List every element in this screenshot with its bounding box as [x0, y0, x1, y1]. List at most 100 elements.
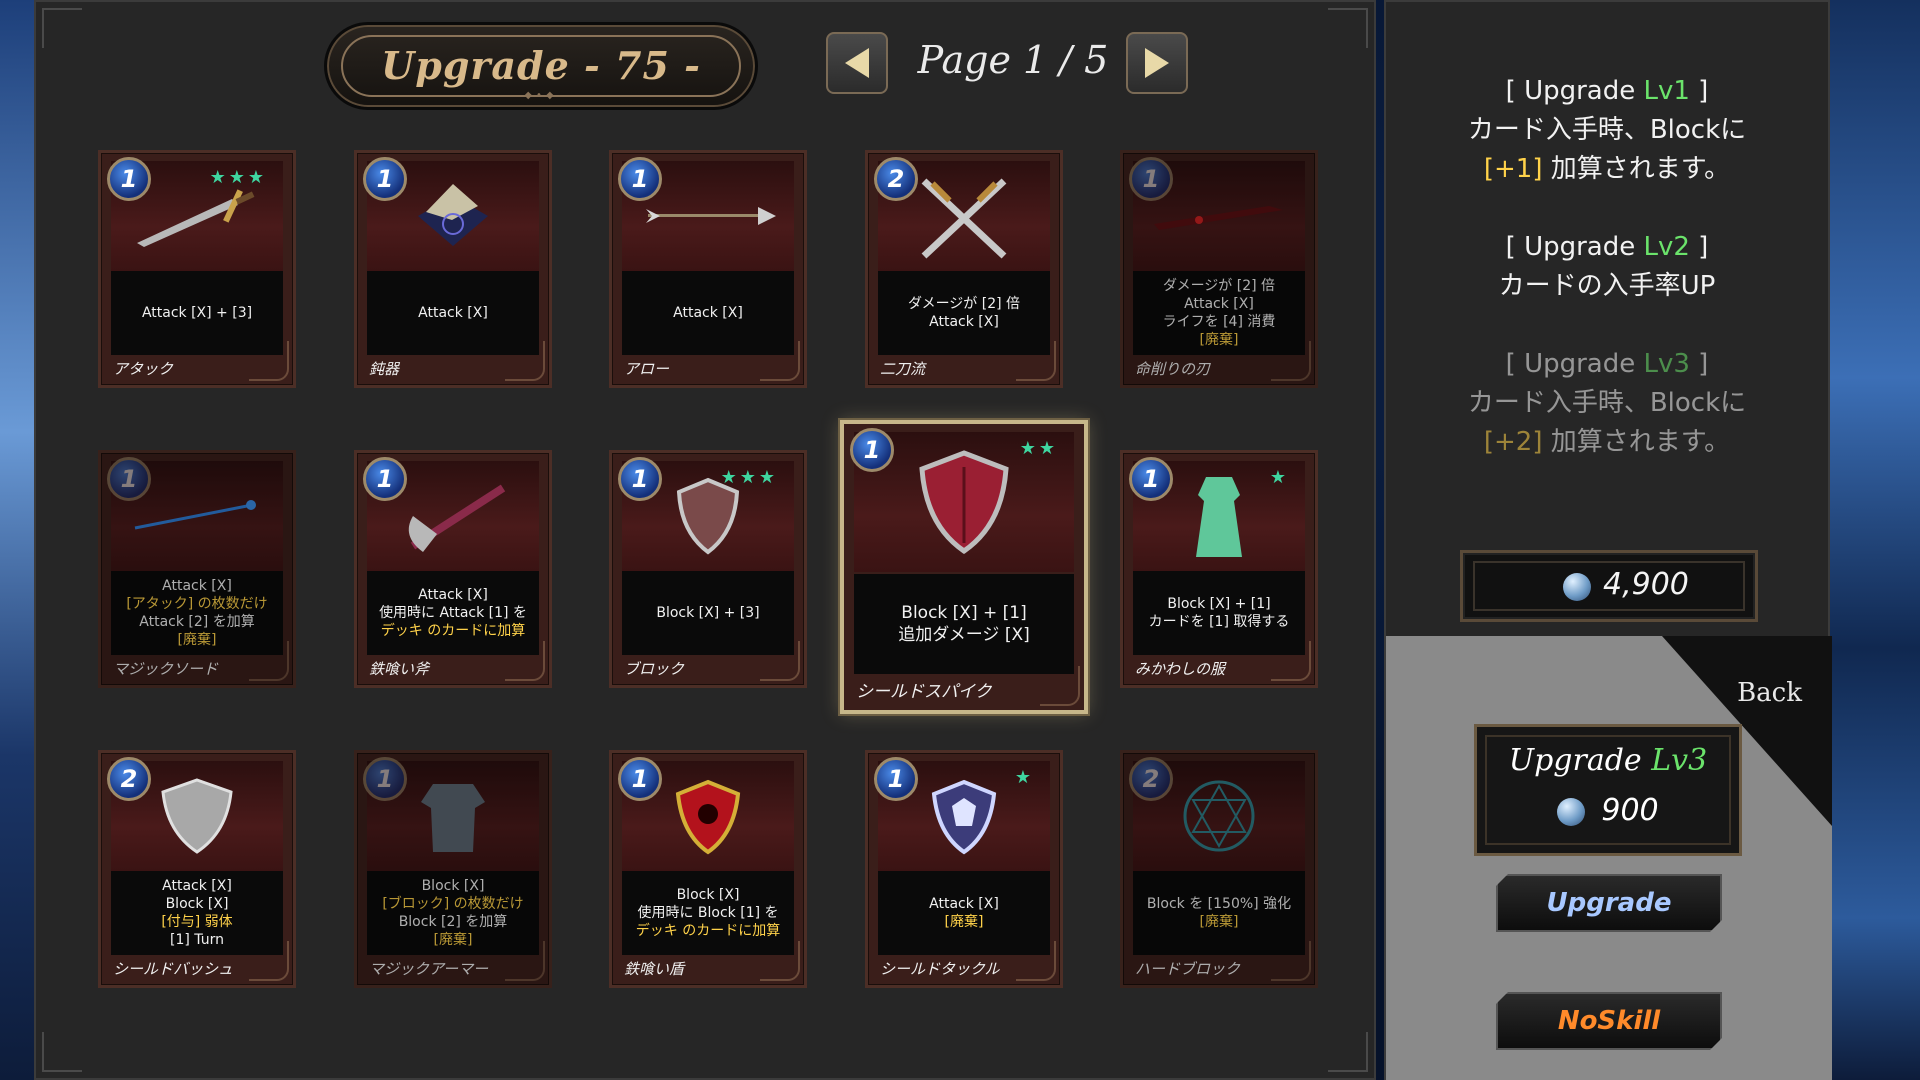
- next-upgrade-level: Lv3: [1651, 743, 1708, 778]
- lv3-heading-text: [ Upgrade: [1505, 349, 1644, 379]
- card-list-panel: Upgrade - 75 - ◆•◆ Page 1 / 5 1 ★★★ Atta…: [34, 0, 1376, 1080]
- upgrade-lv1-info: [ Upgrade Lv1 ] カード入手時、Blockに [+1] 加算されま…: [1386, 72, 1828, 189]
- card-ornament: [1040, 666, 1080, 706]
- desc-line: Block [2] を加算: [398, 914, 508, 930]
- star-rating: ★★★: [209, 167, 267, 188]
- next-upgrade-title: Upgrade Lv3: [1477, 743, 1739, 778]
- sword-icon: [137, 189, 255, 247]
- lv3-bonus: [+2]: [1483, 427, 1543, 457]
- card-name: シールドタックル: [880, 960, 1000, 978]
- background-right: [1830, 0, 1920, 1080]
- previous-page-button[interactable]: [826, 32, 888, 94]
- lv3-line1: カード入手時、Blockに: [1467, 388, 1747, 418]
- cost-badge: 2: [874, 157, 918, 201]
- crest-shield-icon: [675, 779, 741, 855]
- card-attack[interactable]: 1 ★★★ Attack [X] + [3] アタック: [98, 150, 296, 388]
- card-ornament: [249, 941, 289, 981]
- cost-badge: 1: [107, 157, 151, 201]
- next-upgrade-label: Upgrade: [1508, 743, 1652, 778]
- noskill-button[interactable]: NoSkill: [1496, 992, 1722, 1050]
- cost-badge: 1: [363, 757, 407, 801]
- card-name: 鉄喰い斧: [369, 660, 430, 678]
- card-name: マジックソード: [113, 660, 219, 678]
- card-name: ハードブロック: [1135, 960, 1241, 978]
- corner-ornament: [42, 1032, 82, 1072]
- card-dual-wield[interactable]: 2 ダメージが [2] 倍 Attack [X] 二刀流: [865, 150, 1063, 388]
- desc-line: Attack [X]: [418, 587, 488, 603]
- card-ornament: [760, 941, 800, 981]
- star-rating: ★: [1014, 767, 1034, 788]
- lv2-level: Lv2: [1643, 232, 1690, 262]
- desc-line: [廃棄]: [433, 932, 473, 948]
- desc-line: Attack [X]: [929, 896, 999, 912]
- card-ornament: [1016, 941, 1056, 981]
- lv1-heading: [ Upgrade Lv1 ]: [1386, 72, 1828, 111]
- card-shield-tackle[interactable]: 1 ★ Attack [X] [廃棄] シールドタックル: [865, 750, 1063, 988]
- next-page-button[interactable]: [1126, 32, 1188, 94]
- card-life-blade[interactable]: 1 ダメージが [2] 倍 Attack [X] ライフを [4] 消費 [廃棄…: [1120, 150, 1318, 388]
- desc-line: Block を [150%] 強化: [1146, 896, 1292, 912]
- card-iron-axe[interactable]: 1 Attack [X] 使用時に Attack [1] を デッキ のカードに…: [354, 450, 552, 688]
- card-ornament: [1016, 341, 1056, 381]
- card-magic-armor[interactable]: 1 Block [X] [ブロック] の枚数だけ Block [2] を加算 […: [354, 750, 552, 988]
- desc-line: [付与] 弱体: [161, 914, 233, 930]
- card-iron-shield[interactable]: 1 Block [X] 使用時に Block [1] を デッキ のカードに加算…: [609, 750, 807, 988]
- card-ornament: [1271, 941, 1311, 981]
- desc-line: デッキ のカードに加算: [380, 623, 526, 639]
- lv3-heading-close: ]: [1689, 349, 1709, 379]
- card-name: ブロック: [624, 660, 685, 678]
- back-button[interactable]: Back: [1737, 678, 1802, 708]
- card-ornament: [760, 641, 800, 681]
- desc-line: ダメージが [2] 倍: [907, 296, 1021, 312]
- card-name: 鉄喰い盾: [624, 960, 685, 978]
- corner-ornament: [1328, 1032, 1368, 1072]
- desc-line: デッキ のカードに加算: [635, 923, 781, 939]
- lv3-line2: [+2] 加算されます。: [1386, 423, 1828, 462]
- next-upgrade-box: Upgrade Lv3 900: [1474, 724, 1742, 856]
- desc-line: Attack [2] を加算: [139, 614, 255, 630]
- gem-icon: [1563, 573, 1591, 601]
- cost-badge: 1: [107, 457, 151, 501]
- card-hard-block[interactable]: 2 Block を [150%] 強化 [廃棄] ハードブロック: [1120, 750, 1318, 988]
- corner-ornament: [1328, 8, 1368, 48]
- desc-line: カードを [1] 取得する: [1148, 614, 1290, 630]
- card-magic-sword[interactable]: 1 Attack [X] [アタック] の枚数だけ Attack [2] を加算…: [98, 450, 296, 688]
- upgrade-detail-panel: [ Upgrade Lv1 ] カード入手時、Blockに [+1] 加算されま…: [1384, 0, 1832, 1080]
- card-name: 命削りの刃: [1135, 360, 1211, 378]
- game-screen: Upgrade - 75 - ◆•◆ Page 1 / 5 1 ★★★ Atta…: [0, 0, 1920, 1080]
- axe-icon: [408, 484, 506, 552]
- lv3-level: Lv3: [1643, 349, 1690, 379]
- card-evasion-clothes[interactable]: 1 ★ Block [X] + [1] カードを [1] 取得する みかわしの服: [1120, 450, 1318, 688]
- title-ornament: ◆•◆: [524, 90, 558, 101]
- upgrade-button[interactable]: Upgrade: [1496, 874, 1722, 932]
- card-shield-spike-selected[interactable]: 1 ★★ Block [X] + [1] 追加ダメージ [X] シールドスパイク: [840, 420, 1088, 714]
- desc-line: Block [X] + [1]: [1167, 596, 1271, 612]
- upgrade-lv2-info: [ Upgrade Lv2 ] カードの入手率UP: [1386, 228, 1828, 306]
- cost-badge: 1: [850, 428, 894, 472]
- tome-icon: [418, 184, 488, 246]
- card-shield-bash[interactable]: 2 Attack [X] Block [X] [付与] 弱体 [1] Turn …: [98, 750, 296, 988]
- card-name: みかわしの服: [1135, 660, 1226, 678]
- card-ornament: [249, 641, 289, 681]
- desc-line: [ブロック] の枚数だけ: [382, 896, 524, 912]
- wolf-shield-icon: [931, 779, 997, 855]
- background-left: [0, 0, 34, 1080]
- card-blunt[interactable]: 1 Attack [X] 鈍器: [354, 150, 552, 388]
- cost-badge: 1: [618, 457, 662, 501]
- card-ornament: [505, 341, 545, 381]
- crossed-swords-icon: [921, 178, 1007, 259]
- desc-line: 使用時に Attack [1] を: [379, 605, 527, 621]
- desc-line: Attack [X]: [162, 578, 232, 594]
- card-name: マジックアーマー: [369, 960, 489, 978]
- desc-line: 追加ダメージ [X]: [898, 625, 1030, 645]
- cost-badge: 2: [1129, 757, 1173, 801]
- cost-badge: 1: [363, 157, 407, 201]
- lv1-level: Lv1: [1643, 76, 1690, 106]
- card-arrow[interactable]: 1 Attack [X] アロー: [609, 150, 807, 388]
- corner-ornament: [42, 8, 82, 48]
- cost-badge: 1: [874, 757, 918, 801]
- card-ornament: [249, 341, 289, 381]
- desc-line: Attack [X]: [162, 878, 232, 894]
- card-block[interactable]: 1 ★★★ Block [X] + [3] ブロック: [609, 450, 807, 688]
- desc-line: Attack [X]: [929, 314, 999, 330]
